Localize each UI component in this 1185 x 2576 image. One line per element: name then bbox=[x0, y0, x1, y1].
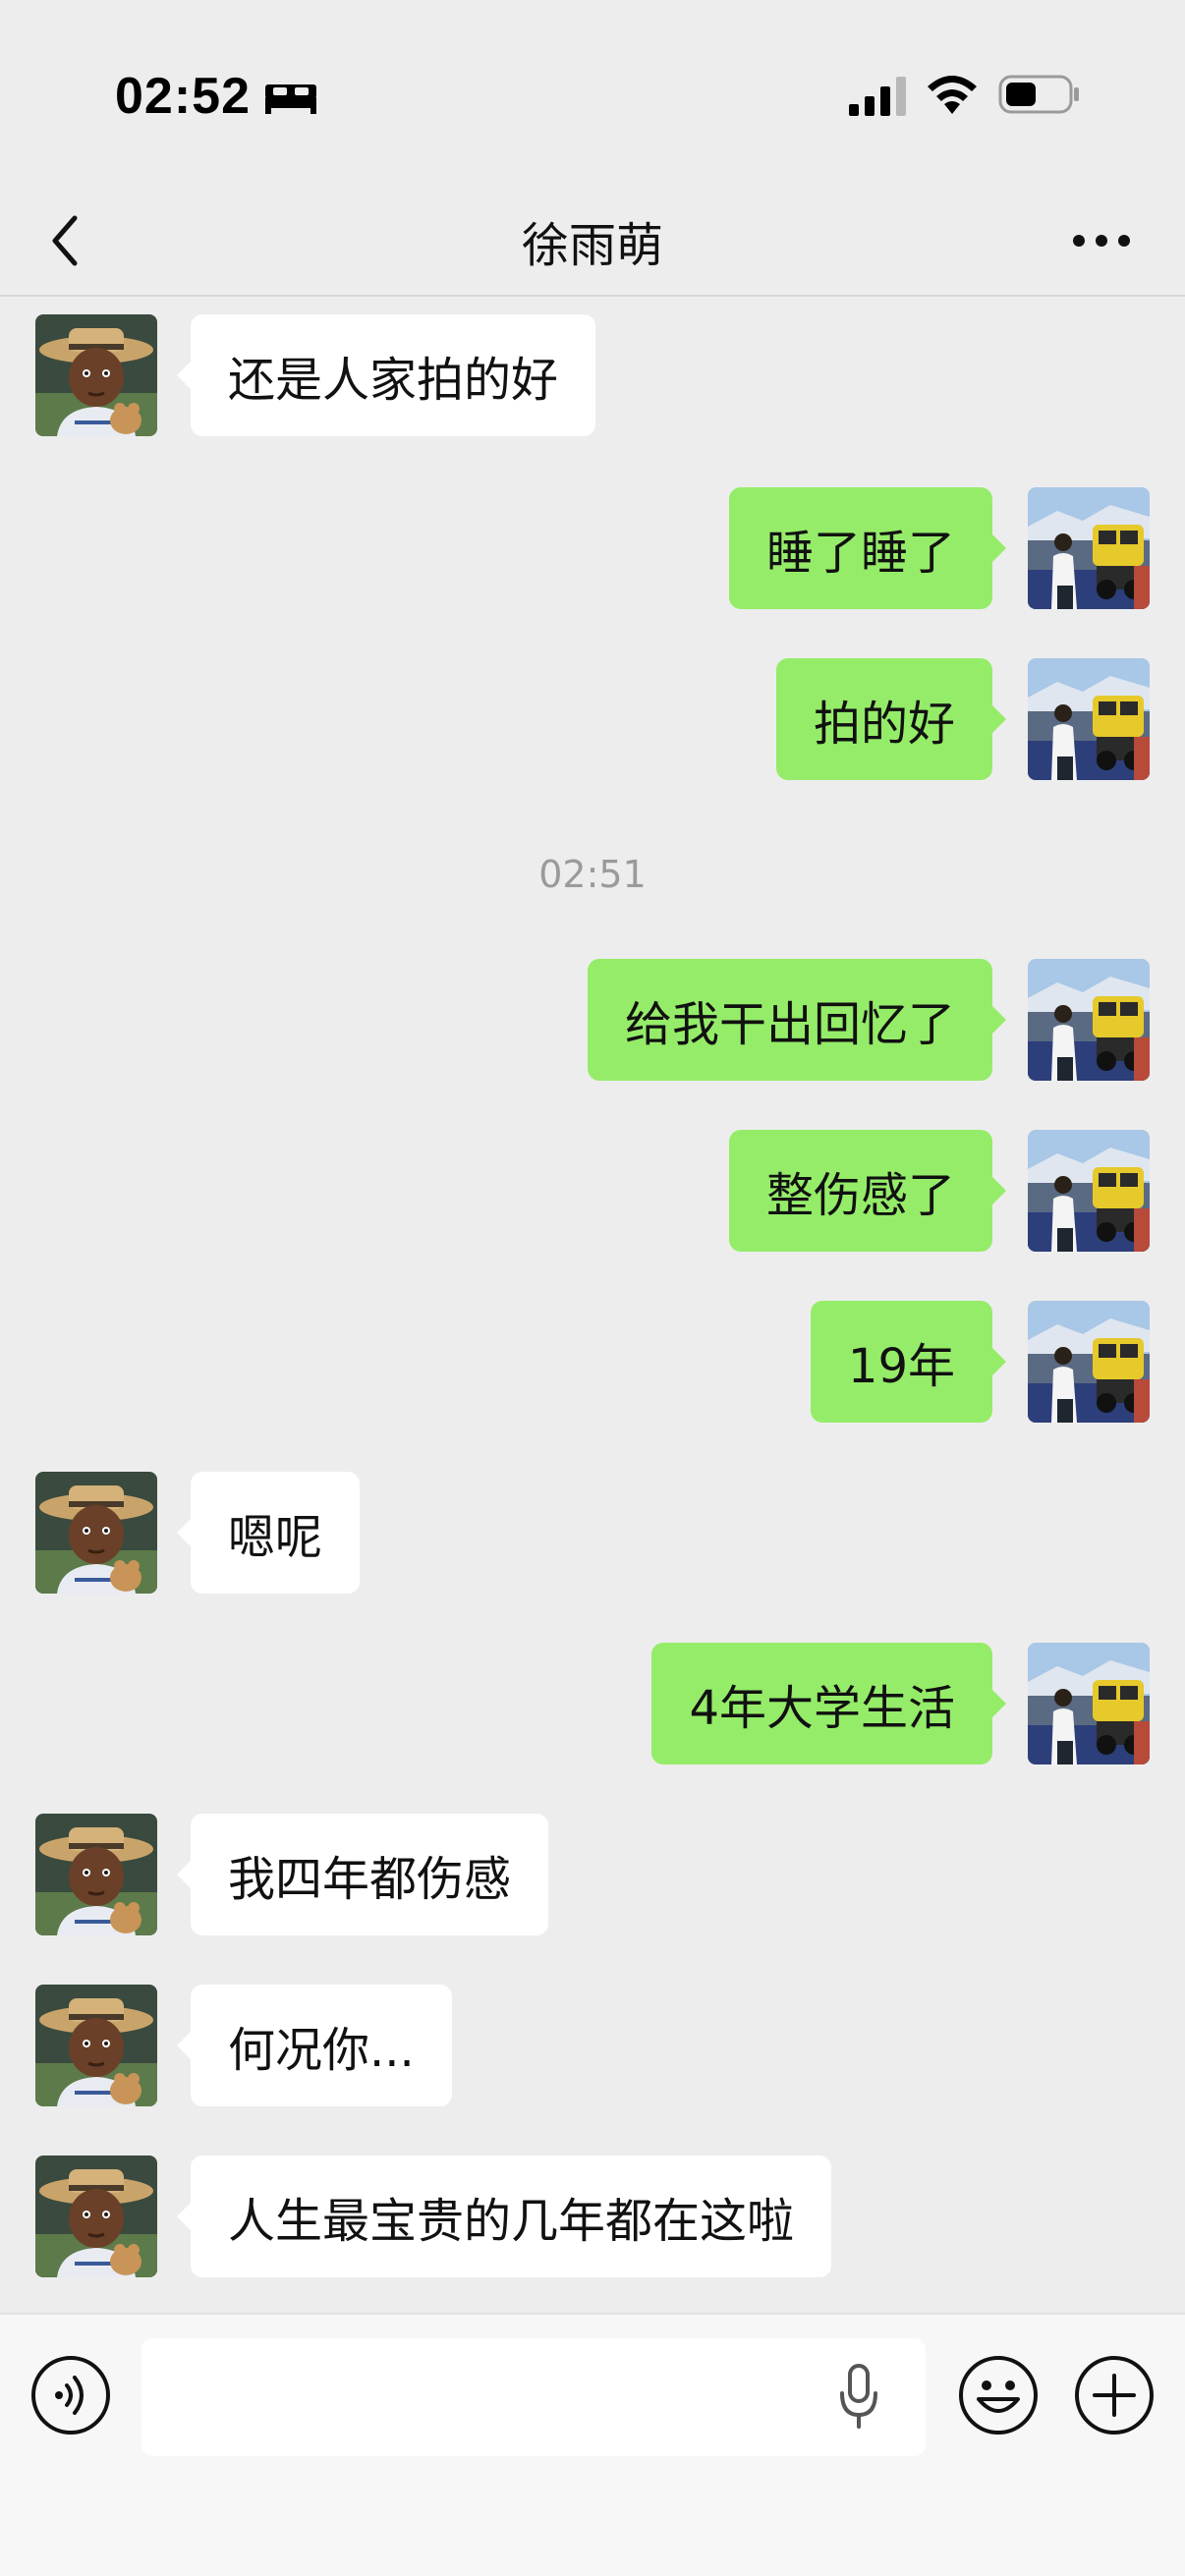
contact-avatar[interactable] bbox=[35, 1985, 157, 2106]
user-avatar[interactable] bbox=[1028, 959, 1150, 1081]
message-sent: 给我干出回忆了 bbox=[0, 959, 1185, 1081]
message-sent: 19年 bbox=[0, 1301, 1185, 1423]
user-avatar[interactable] bbox=[1028, 1643, 1150, 1764]
contact-avatar[interactable] bbox=[35, 1814, 157, 1935]
user-avatar[interactable] bbox=[1028, 1301, 1150, 1423]
input-bar bbox=[0, 2313, 1185, 2576]
contact-avatar[interactable] bbox=[35, 314, 157, 436]
message-list[interactable]: 还是人家拍的好 睡了睡了 拍的好 02:51 给我干出回忆了 整伤感了 19年 … bbox=[0, 297, 1185, 2313]
message-bubble[interactable]: 嗯呢 bbox=[176, 1472, 361, 1594]
chat-header: 徐雨萌 bbox=[0, 187, 1185, 297]
wifi-icon bbox=[928, 76, 977, 114]
contact-avatar[interactable] bbox=[35, 2156, 157, 2277]
message-received: 何况你... bbox=[0, 1985, 1185, 2106]
message-timestamp: 02:51 bbox=[538, 853, 647, 896]
message-bubble[interactable]: 我四年都伤感 bbox=[176, 1814, 549, 1935]
message-bubble[interactable]: 还是人家拍的好 bbox=[176, 314, 596, 436]
message-bubble[interactable]: 何况你... bbox=[177, 1985, 452, 2106]
more-dots-icon[interactable] bbox=[1067, 216, 1136, 265]
user-avatar[interactable] bbox=[1028, 1130, 1150, 1252]
status-bar: 02:52 bbox=[0, 0, 1185, 187]
message-bubble[interactable]: 给我干出回忆了 bbox=[587, 959, 1007, 1081]
plus-icon[interactable] bbox=[1073, 2354, 1156, 2436]
message-input[interactable] bbox=[141, 2338, 926, 2456]
message-bubble[interactable]: 整伤感了 bbox=[728, 1130, 1007, 1252]
message-bubble[interactable]: 人生最宝贵的几年都在这啦 bbox=[176, 2156, 832, 2277]
voice-mode-icon[interactable] bbox=[29, 2354, 112, 2436]
emoji-icon[interactable] bbox=[957, 2354, 1040, 2436]
message-received: 人生最宝贵的几年都在这啦 bbox=[0, 2156, 1185, 2277]
user-avatar[interactable] bbox=[1028, 487, 1150, 609]
cellular-signal-icon bbox=[849, 77, 906, 116]
contact-avatar[interactable] bbox=[35, 1472, 157, 1594]
status-time: 02:52 bbox=[115, 68, 251, 125]
battery-icon bbox=[998, 75, 1079, 114]
message-received: 还是人家拍的好 bbox=[0, 314, 1185, 436]
message-received: 嗯呢 bbox=[0, 1472, 1185, 1594]
message-bubble[interactable]: 拍的好 bbox=[775, 658, 1007, 780]
message-sent: 4年大学生活 bbox=[0, 1643, 1185, 1764]
message-received: 我四年都伤感 bbox=[0, 1814, 1185, 1935]
message-sent: 睡了睡了 bbox=[0, 487, 1185, 609]
bed-icon bbox=[265, 84, 316, 114]
message-bubble[interactable]: 19年 bbox=[810, 1301, 1007, 1423]
message-bubble[interactable]: 4年大学生活 bbox=[651, 1643, 1006, 1764]
message-sent: 拍的好 bbox=[0, 658, 1185, 780]
message-bubble[interactable]: 睡了睡了 bbox=[728, 487, 1007, 609]
message-sent: 整伤感了 bbox=[0, 1130, 1185, 1252]
user-avatar[interactable] bbox=[1028, 658, 1150, 780]
microphone-icon[interactable] bbox=[837, 2362, 880, 2433]
chat-title: 徐雨萌 bbox=[521, 218, 663, 273]
